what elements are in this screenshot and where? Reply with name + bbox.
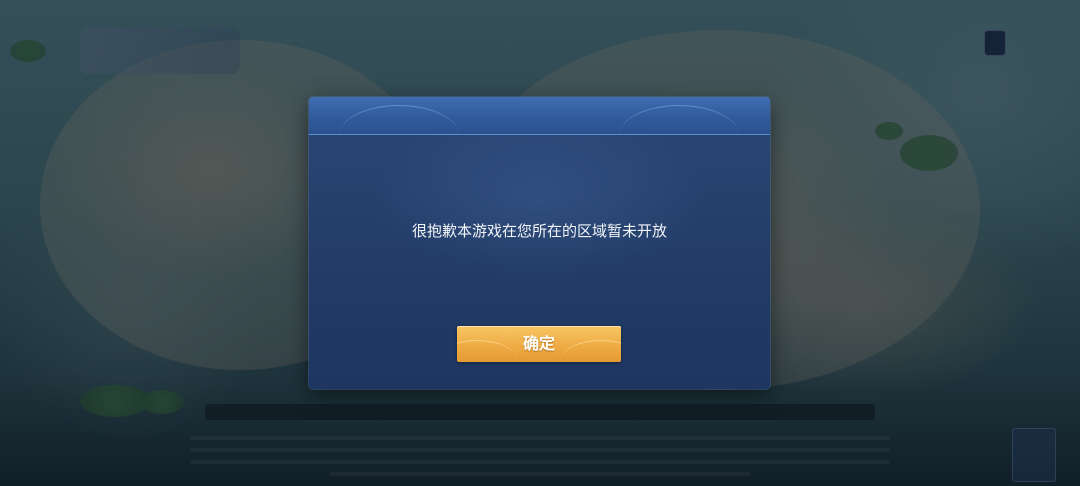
dialog-header (309, 97, 770, 135)
confirm-button[interactable]: 确定 (457, 326, 621, 362)
confirm-button-label: 确定 (522, 334, 555, 353)
game-screen: 很抱歉本游戏在您所在的区域暂未开放 确定 (0, 0, 1080, 486)
dialog-message: 很抱歉本游戏在您所在的区域暂未开放 (411, 222, 667, 240)
